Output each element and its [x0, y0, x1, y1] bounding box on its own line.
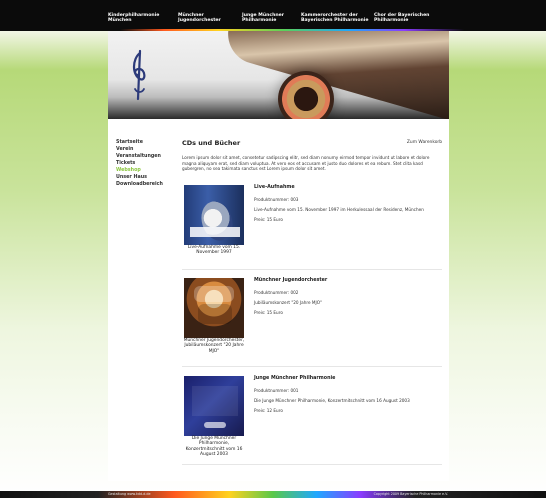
product-caption: Live-Aufnahme vom 15. November 1997 [187, 245, 241, 256]
product-description: Jubiläumskonzert "20 Jahre MJO" [254, 300, 322, 305]
sidebar-item-verein[interactable]: Verein [116, 146, 176, 153]
sidebar-item-veranstaltungen[interactable]: Veranstaltungen [116, 153, 176, 160]
nav-item-kammerorchester[interactable]: Kammerorchester der Bayerischen Philharm… [301, 13, 368, 23]
product-title[interactable]: Junge Münchner Philharmonie [254, 376, 335, 381]
instrument-image [221, 31, 449, 119]
footer-bar: Gestaltung www.kdd-d.de Copyright 2009 B… [0, 491, 546, 498]
product-number: Produktnummer: 001 [254, 388, 299, 393]
clef-logo-icon[interactable] [128, 49, 150, 103]
nav-item-jugendorchester[interactable]: Münchner Jugendorchester [178, 13, 221, 23]
hero-banner [108, 31, 449, 119]
product-cover-image[interactable] [184, 185, 244, 245]
product-caption: Die Junge Münchner Philharmonie, Konzert… [185, 436, 243, 458]
product-price: Preis: 15 Euro [254, 217, 283, 222]
product-description: Die Junge Münchner Philharmonie, Konzert… [254, 398, 410, 403]
cart-link[interactable]: Zum Warenkorb [407, 140, 442, 145]
top-navigation-bar: Kinderphilharmonie München Münchner Juge… [0, 0, 546, 30]
sidebar-item-unser-haus[interactable]: Unser Haus [116, 174, 176, 181]
product-cover-image[interactable] [184, 376, 244, 436]
instrument-bell-image [278, 71, 334, 119]
page-title: CDs und Bücher [182, 139, 241, 147]
product-price: Preis: 12 Euro [254, 408, 283, 413]
content-panel: Startseite Verein Veranstaltungen Ticket… [108, 119, 449, 481]
product-divider [182, 269, 442, 270]
sidebar-item-downloadbereich[interactable]: Downloadbereich [116, 181, 176, 188]
product-divider [182, 366, 442, 367]
sidebar-item-webshop[interactable]: Webshop [116, 167, 176, 174]
product-cover-image[interactable] [184, 278, 244, 338]
product-title[interactable]: Münchner Jugendorchester [254, 278, 327, 283]
footer-credit[interactable]: Gestaltung www.kdd-d.de [108, 492, 151, 496]
product-caption: Münchner Jugendorchester, Jubiläumskonze… [183, 338, 245, 354]
product-number: Produktnummer: 002 [254, 290, 299, 295]
product-title[interactable]: Live-Aufnahme [254, 185, 295, 190]
nav-item-chor[interactable]: Chor der Bayerischen Philharmonie [374, 13, 429, 23]
sidebar-navigation: Startseite Verein Veranstaltungen Ticket… [116, 139, 176, 188]
product-number: Produktnummer: 003 [254, 197, 299, 202]
footer-copyright: Copyright 2009 Bayerische Philharmonie e… [373, 492, 448, 496]
main-content: CDs und Bücher Zum Warenkorb Lorem ipsum… [182, 139, 442, 465]
nav-item-junge-philharmonie[interactable]: Junge Münchner Philharmonie [242, 13, 284, 23]
product-price: Preis: 15 Euro [254, 310, 283, 315]
sidebar-item-tickets[interactable]: Tickets [116, 160, 176, 167]
product-divider [182, 464, 442, 465]
product-description: Live-Aufnahme vom 15. November 1997 im H… [254, 207, 424, 212]
sidebar-item-startseite[interactable]: Startseite [116, 139, 176, 146]
nav-item-kinderphilharmonie[interactable]: Kinderphilharmonie München [108, 13, 159, 23]
main-navigation: Kinderphilharmonie München Münchner Juge… [108, 13, 448, 29]
intro-text: Lorem ipsum dolor sit amet, consetetur s… [182, 155, 430, 172]
